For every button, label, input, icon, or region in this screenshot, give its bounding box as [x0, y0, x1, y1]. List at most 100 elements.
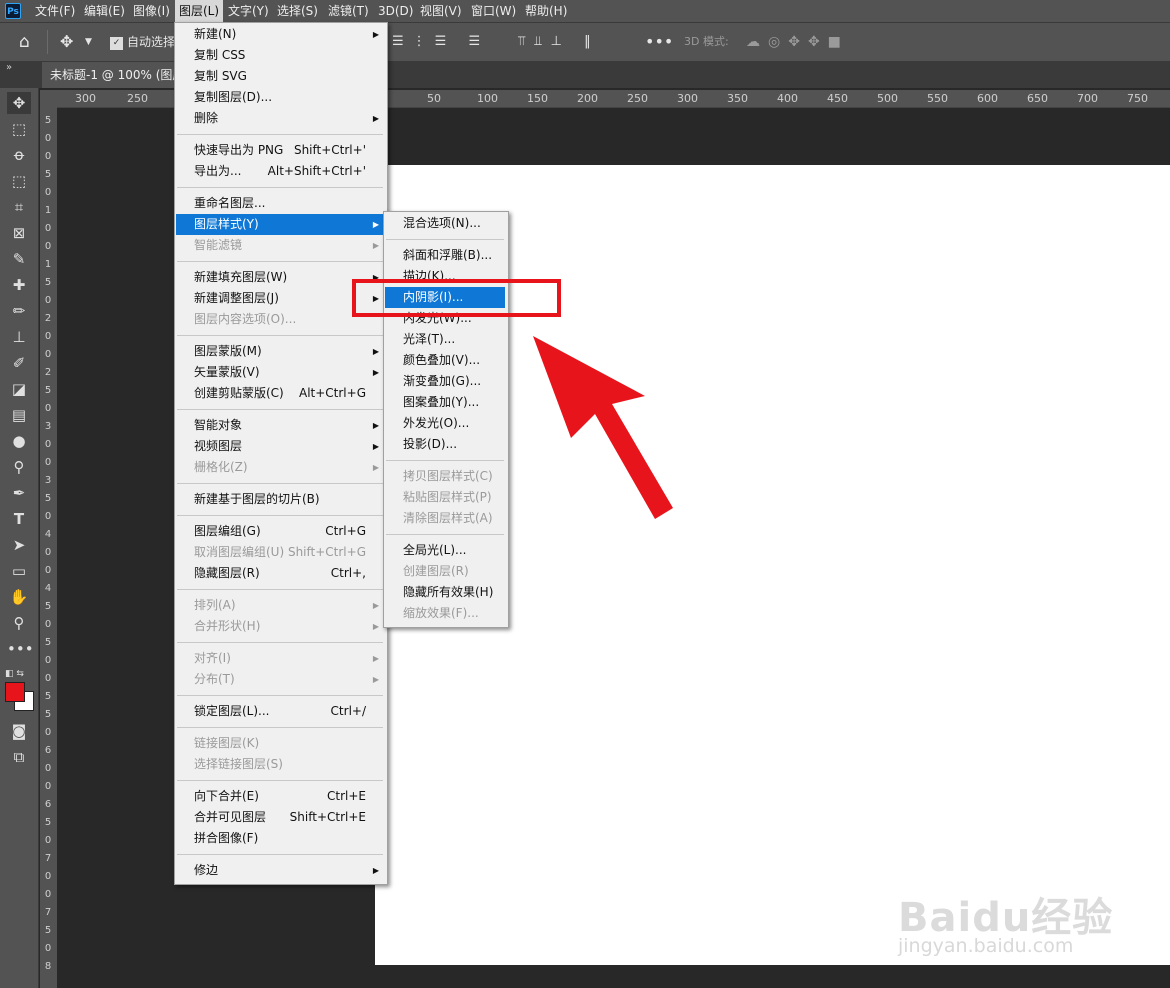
- default-colors-icon[interactable]: ◧ ⇆: [5, 669, 24, 679]
- menu-item[interactable]: 向下合并(E) Ctrl+E: [176, 786, 384, 807]
- menu-item[interactable]: 取消图层编组(U) Shift+Ctrl+G: [176, 542, 384, 563]
- menu-item[interactable]: 复制 SVG: [176, 66, 384, 87]
- ruler-label: 7: [44, 907, 52, 918]
- menu-item[interactable]: 全局光(L)...: [385, 540, 505, 561]
- menu-item[interactable]: 斜面和浮雕(B)...: [385, 245, 505, 266]
- move-tool-icon[interactable]: ✥: [60, 23, 73, 61]
- auto-select-checkbox[interactable]: ✓: [110, 37, 123, 50]
- menu-item[interactable]: 创建剪贴蒙版(C) Alt+Ctrl+G: [176, 383, 384, 404]
- menu-edit[interactable]: 编辑(E): [80, 0, 129, 22]
- menu-item-label: 重命名图层...: [194, 196, 266, 210]
- menu-item[interactable]: 隐藏图层(R) Ctrl+,: [176, 563, 384, 584]
- menu-item[interactable]: 新建基于图层的切片(B): [176, 489, 384, 510]
- crop-icon[interactable]: ⌗: [7, 196, 31, 218]
- menu-item[interactable]: 粘贴图层样式(P): [385, 487, 505, 508]
- menu-item[interactable]: 创建图层(R): [385, 561, 505, 582]
- history-brush-icon[interactable]: ✐: [7, 352, 31, 374]
- menu-select[interactable]: 选择(S): [273, 0, 322, 22]
- menu-window[interactable]: 窗口(W): [467, 0, 520, 22]
- dodge-icon[interactable]: ⚲: [7, 456, 31, 478]
- menu-item[interactable]: 图层样式(Y) ▶: [176, 214, 384, 235]
- toolbar: ✥ ⬚ ꝋ ⬚ ⌗ ⊠ ✎ ✚ ✏ ⊥ ✐ ◪ ▤ ● ⚲ ✒ T ➤ ▭ ✋ …: [0, 88, 39, 988]
- menu-item[interactable]: 矢量蒙版(V) ▶: [176, 362, 384, 383]
- eraser-icon[interactable]: ◪: [7, 378, 31, 400]
- menu-image[interactable]: 图像(I): [129, 0, 174, 22]
- home-icon[interactable]: ⌂: [19, 23, 30, 61]
- menu-item[interactable]: 快速导出为 PNG Shift+Ctrl+': [176, 140, 384, 161]
- menu-item[interactable]: 隐藏所有效果(H): [385, 582, 505, 603]
- menu-item[interactable]: 分布(T) ▶: [176, 669, 384, 690]
- menu-item[interactable]: 智能对象 ▶: [176, 415, 384, 436]
- menu-item[interactable]: 混合选项(N)...: [385, 213, 505, 234]
- menu-bar: Ps 文件(F) 编辑(E) 图像(I) 图层(L) 文字(Y) 选择(S) 滤…: [0, 0, 1170, 23]
- menu-item[interactable]: 合并形状(H) ▶: [176, 616, 384, 637]
- menu-3d[interactable]: 3D(D): [374, 0, 417, 22]
- hand-icon[interactable]: ✋: [7, 586, 31, 608]
- marquee-icon[interactable]: ⬚: [7, 118, 31, 140]
- type-icon[interactable]: T: [7, 508, 31, 530]
- zoom-icon[interactable]: ⚲: [7, 612, 31, 634]
- menu-item[interactable]: 拷贝图层样式(C): [385, 466, 505, 487]
- rectangle-icon[interactable]: ▭: [7, 560, 31, 582]
- healing-icon[interactable]: ✚: [7, 274, 31, 296]
- menu-item[interactable]: 图层编组(G) Ctrl+G: [176, 521, 384, 542]
- move-icon[interactable]: ✥: [7, 92, 31, 114]
- menu-item[interactable]: 锁定图层(L)... Ctrl+/: [176, 701, 384, 722]
- screen-mode-icon[interactable]: ⧉: [7, 746, 31, 768]
- gradient-icon[interactable]: ▤: [7, 404, 31, 426]
- 3d-tool-icons[interactable]: ☁◎✥✥■: [746, 23, 849, 61]
- menu-item[interactable]: 新建(N) ▶: [176, 24, 384, 45]
- menu-item[interactable]: 复制图层(D)...: [176, 87, 384, 108]
- more-icon[interactable]: •••: [7, 638, 34, 660]
- brush-icon[interactable]: ✏: [7, 300, 31, 322]
- menu-item[interactable]: 图层蒙版(M) ▶: [176, 341, 384, 362]
- align-icons[interactable]: ☰⋮☰ ☰: [392, 23, 489, 61]
- menu-item[interactable]: 拼合图像(F): [176, 828, 384, 849]
- object-select-icon[interactable]: ⬚: [7, 170, 31, 192]
- submenu-arrow-icon: ▶: [372, 421, 379, 430]
- menu-view[interactable]: 视图(V): [416, 0, 466, 22]
- menu-item[interactable]: 对齐(I) ▶: [176, 648, 384, 669]
- menu-item[interactable]: 修边 ▶: [176, 860, 384, 881]
- ruler-label: 0: [44, 241, 52, 252]
- pen-icon[interactable]: ✒: [7, 482, 31, 504]
- eyedropper-icon[interactable]: ✎: [7, 248, 31, 270]
- menu-type[interactable]: 文字(Y): [224, 0, 273, 22]
- ruler-label: 0: [44, 565, 52, 576]
- menu-item[interactable]: 外发光(O)...: [385, 413, 505, 434]
- menu-item[interactable]: 合并可见图层 Shift+Ctrl+E: [176, 807, 384, 828]
- chevron-down-icon[interactable]: ▼: [85, 23, 92, 61]
- menu-item[interactable]: 颜色叠加(V)...: [385, 350, 505, 371]
- stamp-icon[interactable]: ⊥: [7, 326, 31, 348]
- frame-icon[interactable]: ⊠: [7, 222, 31, 244]
- menu-item[interactable]: 光泽(T)...: [385, 329, 505, 350]
- menu-item[interactable]: 复制 CSS: [176, 45, 384, 66]
- document-tab[interactable]: 未标题-1 @ 100% (图层: [42, 62, 193, 88]
- blur-icon[interactable]: ●: [7, 430, 31, 452]
- menu-item[interactable]: 删除 ▶: [176, 108, 384, 129]
- menu-layer[interactable]: 图层(L): [175, 0, 224, 22]
- menu-item[interactable]: 视频图层 ▶: [176, 436, 384, 457]
- distribute-icons[interactable]: ⫪⫫⊥ ‖: [518, 23, 600, 61]
- menu-help[interactable]: 帮助(H): [521, 0, 571, 22]
- menu-item[interactable]: 图案叠加(Y)...: [385, 392, 505, 413]
- menu-item[interactable]: 排列(A) ▶: [176, 595, 384, 616]
- more-options-icon[interactable]: •••: [645, 23, 673, 61]
- menu-item[interactable]: 链接图层(K): [176, 733, 384, 754]
- lasso-icon[interactable]: ꝋ: [7, 144, 31, 166]
- menu-item[interactable]: 缩放效果(F)...: [385, 603, 505, 624]
- foreground-color-swatch[interactable]: [5, 682, 25, 702]
- menu-item[interactable]: 导出为... Alt+Shift+Ctrl+': [176, 161, 384, 182]
- menu-item[interactable]: 选择链接图层(S): [176, 754, 384, 775]
- quick-mask-icon[interactable]: ◙: [7, 720, 31, 742]
- menu-file[interactable]: 文件(F): [31, 0, 79, 22]
- menu-item[interactable]: 投影(D)...: [385, 434, 505, 455]
- menu-item[interactable]: 重命名图层...: [176, 193, 384, 214]
- menu-item[interactable]: 清除图层样式(A): [385, 508, 505, 529]
- menu-item[interactable]: 渐变叠加(G)...: [385, 371, 505, 392]
- path-select-icon[interactable]: ➤: [7, 534, 31, 556]
- menu-item[interactable]: 智能滤镜 ▶: [176, 235, 384, 256]
- menu-item[interactable]: 栅格化(Z) ▶: [176, 457, 384, 478]
- collapse-panels-icon[interactable]: »: [6, 62, 12, 73]
- menu-filter[interactable]: 滤镜(T): [324, 0, 373, 22]
